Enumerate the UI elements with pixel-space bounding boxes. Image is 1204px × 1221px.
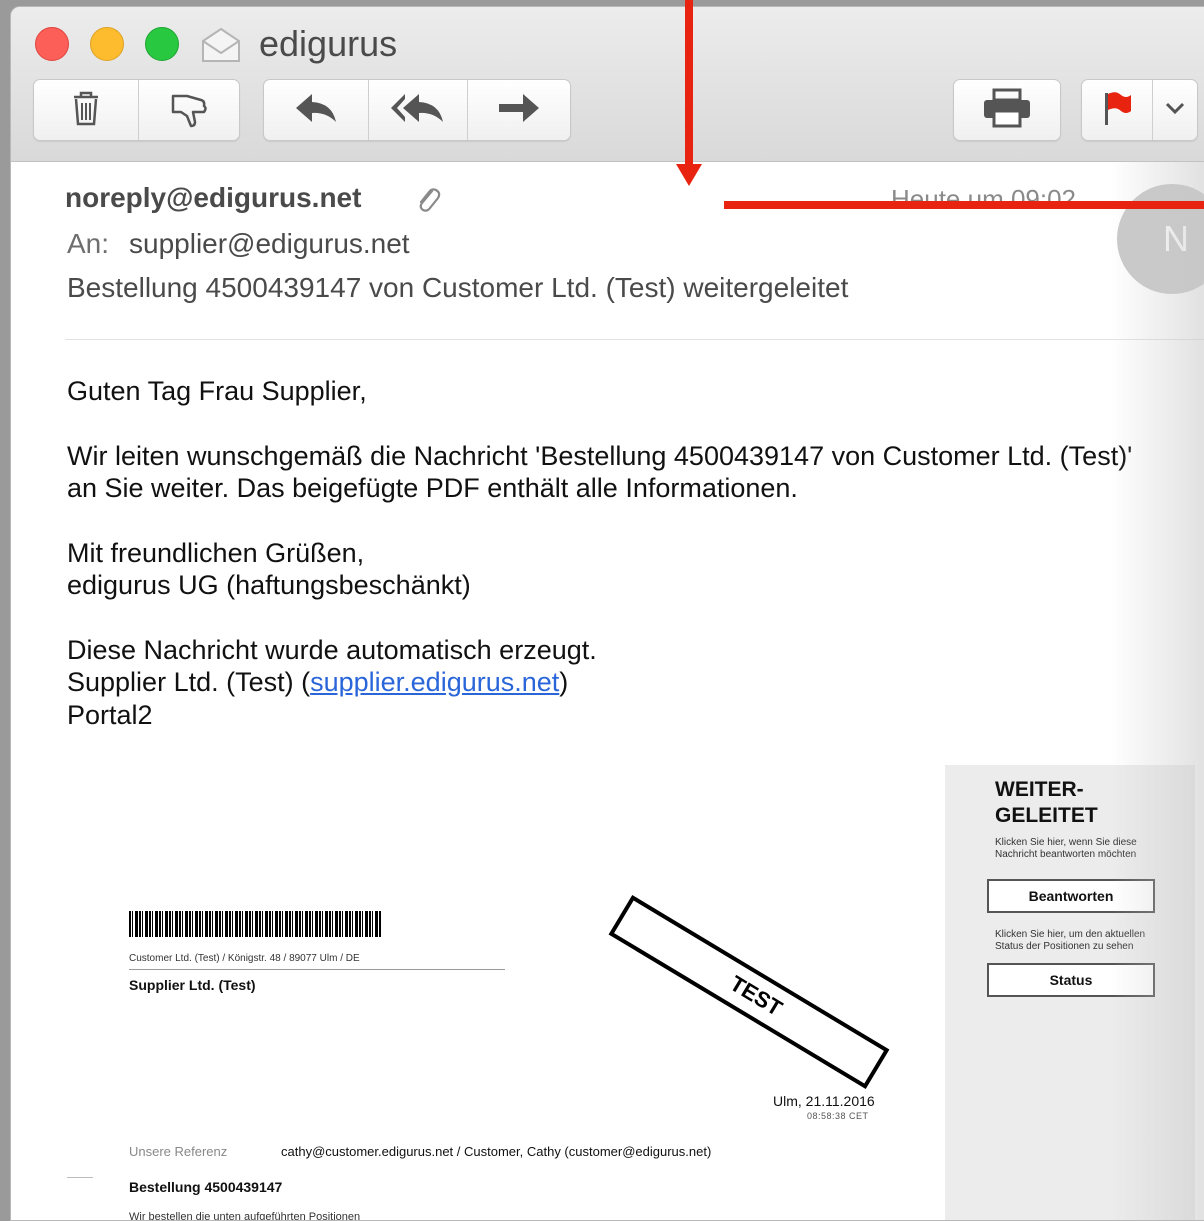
message-body: Guten Tag Frau Supplier, Wir leiten wuns…: [67, 375, 1187, 763]
reply-forward-group: [263, 79, 571, 141]
reply-button[interactable]: [264, 80, 369, 140]
pdf-recipient: Supplier Ltd. (Test): [129, 977, 256, 993]
to-label: An:: [67, 228, 110, 259]
message-date: Heute um 09:02: [891, 184, 1077, 214]
paperclip-icon: [415, 184, 441, 219]
portal-link[interactable]: supplier.edigurus.net: [310, 667, 559, 697]
body-paragraph: Wir leiten wunschgemäß die Nachricht 'Be…: [67, 440, 1187, 505]
pdf-side-panel: WEITER- GELEITET Klicken Sie hier, wenn …: [945, 765, 1195, 1220]
pdf-time: 08:58:38 CET: [807, 1111, 869, 1121]
annotation-arrow-head: [676, 164, 702, 186]
sender-rule: [129, 969, 505, 970]
auto-note: Diese Nachricht wurde automatisch erzeug…: [67, 634, 597, 665]
footer-note: Diese Nachricht wurde automatisch erzeug…: [67, 634, 1187, 732]
pdf-order-title: Bestellung 4500439147: [129, 1179, 283, 1195]
junk-button[interactable]: [139, 80, 239, 140]
reply-all-button[interactable]: [369, 80, 468, 140]
delete-button[interactable]: [34, 80, 139, 140]
portal-name: Portal2: [67, 699, 153, 730]
pdf-cutoff-text: Wir bestellen die unten aufgeführten Pos…: [129, 1211, 361, 1221]
greeting: Guten Tag Frau Supplier,: [67, 376, 367, 406]
status-hint: Klicken Sie hier, um den aktuellen Statu…: [995, 929, 1165, 953]
print-button[interactable]: [954, 80, 1060, 140]
trash-icon: [68, 88, 104, 133]
printer-icon: [981, 87, 1033, 134]
reply-pdf-button[interactable]: Beantworten: [987, 879, 1155, 913]
annotation-line: [724, 201, 1204, 209]
test-stamp: TEST: [608, 895, 890, 1089]
annotation-arrow-shaft: [685, 0, 693, 168]
reply-all-icon: [389, 90, 447, 131]
window-title: edigurus: [259, 23, 398, 64]
barcode: [129, 911, 381, 937]
forward-arrow-icon: [495, 90, 543, 131]
zoom-window-button[interactable]: [145, 27, 179, 61]
reply-hint: Klicken Sie hier, wenn Sie diese Nachric…: [995, 837, 1165, 861]
recipient-address[interactable]: supplier@edigurus.net: [129, 228, 410, 260]
message-subject: Bestellung 4500439147 von Customer Ltd. …: [67, 272, 849, 303]
sender-address[interactable]: noreply@edigurus.net: [65, 182, 361, 214]
envelope-icon: [199, 25, 243, 70]
signature: Mit freundlichen Grüßen, edigurus UG (ha…: [67, 537, 1187, 602]
panel-title-line: GELEITET: [995, 804, 1098, 827]
body-line: an Sie weiter. Das beigefügte PDF enthäl…: [67, 473, 798, 503]
flag-button[interactable]: [1082, 80, 1153, 140]
title-bar: edigurus: [11, 7, 1204, 162]
closing: Mit freundlichen Grüßen,: [67, 537, 365, 568]
company-name: edigurus UG (haftungsbeschänkt): [67, 570, 471, 600]
print-group: [953, 79, 1061, 141]
stamp-text: TEST: [725, 970, 787, 1021]
short-rule: [67, 1177, 93, 1178]
hint-line: Klicken Sie hier, um den aktuellen: [995, 929, 1146, 940]
header-divider: [65, 339, 1204, 340]
mail-window: edigurus noreply@edigurus.net An: suppli…: [10, 6, 1204, 1221]
hint-line: Klicken Sie hier, wenn Sie diese: [995, 837, 1137, 848]
flag-group: [1081, 79, 1198, 141]
pdf-ref-value: cathy@customer.edigurus.net / Customer, …: [281, 1144, 712, 1159]
pdf-sender-line: Customer Ltd. (Test) / Königstr. 48 / 89…: [129, 953, 360, 964]
hint-line: Status der Positionen zu sehen: [995, 941, 1134, 952]
delete-junk-group: [33, 79, 240, 141]
avatar-initial: N: [1163, 218, 1189, 259]
flag-menu-button[interactable]: [1153, 80, 1197, 140]
hint-line: Nachricht beantworten möchten: [995, 849, 1137, 860]
body-line: Wir leiten wunschgemäß die Nachricht 'Be…: [67, 440, 1133, 471]
portal-suffix: ): [559, 667, 569, 697]
pdf-ref-label: Unsere Referenz: [129, 1144, 228, 1159]
forward-button[interactable]: [468, 80, 570, 140]
flag-icon: [1100, 89, 1134, 132]
status-pdf-button[interactable]: Status: [987, 963, 1155, 997]
minimize-window-button[interactable]: [90, 27, 124, 61]
message-header: noreply@edigurus.net An: supplier@edigur…: [11, 162, 1204, 342]
reply-arrow-icon: [292, 90, 340, 131]
pdf-city-date: Ulm, 21.11.2016: [773, 1093, 875, 1109]
close-window-button[interactable]: [35, 27, 69, 61]
panel-title: WEITER- GELEITET: [995, 777, 1098, 829]
thumbs-down-icon: [167, 88, 211, 133]
portal-prefix: Supplier Ltd. (Test) (: [67, 667, 311, 697]
panel-title-line: WEITER-: [995, 778, 1084, 801]
chevron-down-icon: [1164, 100, 1186, 121]
